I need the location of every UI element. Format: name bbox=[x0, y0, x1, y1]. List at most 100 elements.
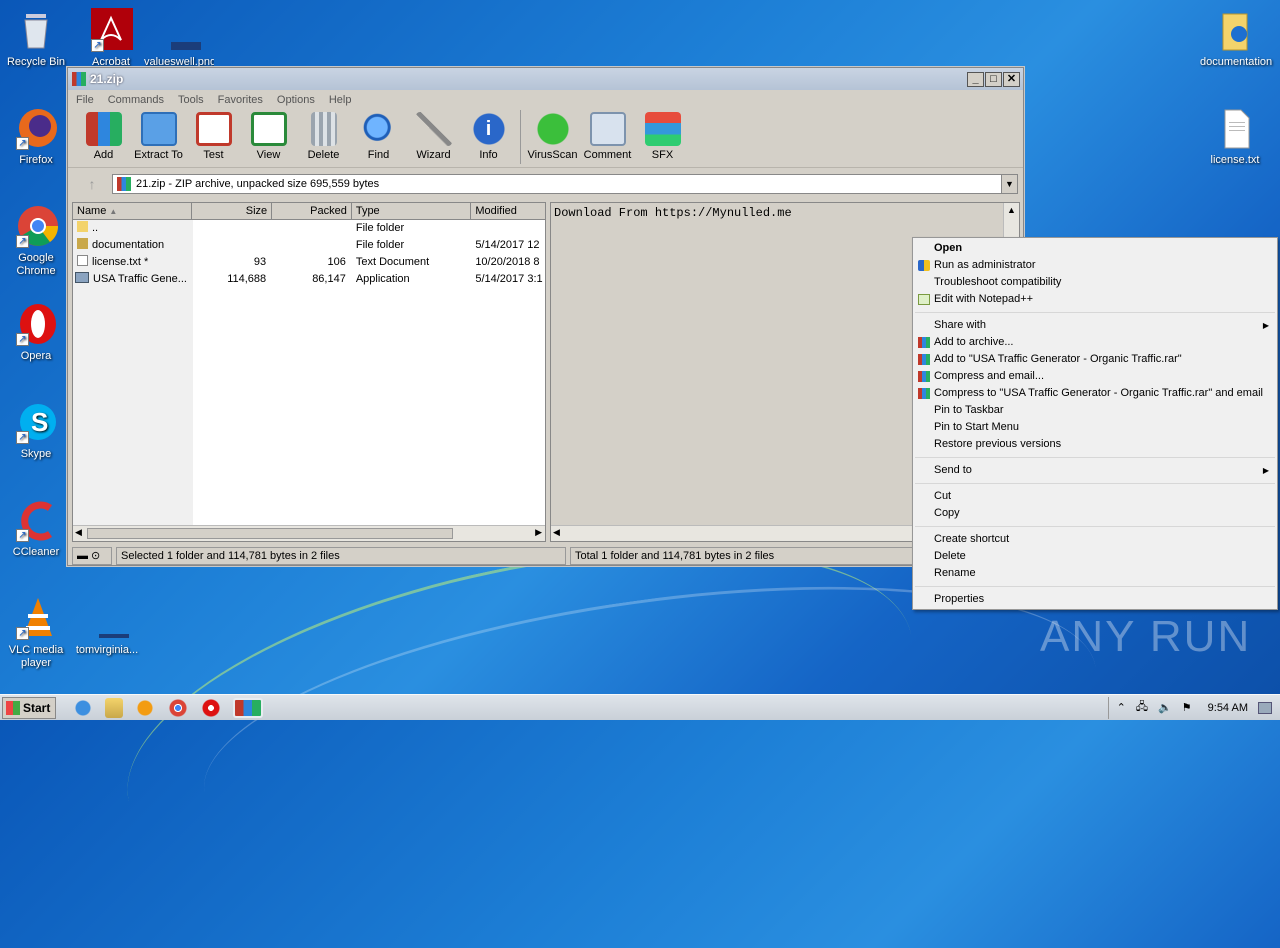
menu-favorites[interactable]: Favorites bbox=[218, 94, 263, 106]
close-button[interactable]: ✕ bbox=[1003, 71, 1020, 87]
chevron-down-icon[interactable]: ▼ bbox=[1001, 175, 1017, 193]
desktop-icon-tomvirginia[interactable]: tomvirginia... bbox=[72, 596, 142, 657]
volume-icon[interactable]: 🔈 bbox=[1158, 701, 1172, 714]
column-name[interactable]: Name ▲ bbox=[73, 203, 193, 219]
desktop-icon-acrobat[interactable]: ↗ Acrobat bbox=[76, 8, 146, 69]
tray-expand-icon[interactable]: ⌃ bbox=[1117, 701, 1126, 714]
folder-icon bbox=[1213, 8, 1257, 52]
show-desktop-icon[interactable] bbox=[1258, 701, 1272, 714]
media-player-icon[interactable] bbox=[134, 697, 156, 718]
menu-tools[interactable]: Tools bbox=[178, 94, 204, 106]
comment-button[interactable]: Comment bbox=[580, 110, 635, 161]
table-row[interactable]: documentation File folder 5/14/2017 12 bbox=[73, 237, 545, 254]
menu-item-properties[interactable]: Properties bbox=[913, 591, 1277, 608]
start-button[interactable]: Start bbox=[2, 696, 56, 719]
menu-item-rename[interactable]: Rename bbox=[913, 565, 1277, 582]
column-type[interactable]: Type bbox=[352, 203, 472, 219]
flag-icon[interactable]: ⚑ bbox=[1182, 701, 1192, 714]
table-row[interactable]: USA Traffic Gene... 114,688 86,147 Appli… bbox=[73, 271, 545, 288]
info-button[interactable]: i Info bbox=[461, 110, 516, 161]
trash-icon bbox=[310, 112, 337, 146]
scroll-left-icon[interactable]: ◀ bbox=[75, 527, 82, 538]
menu-item-troubleshoot[interactable]: Troubleshoot compatibility bbox=[913, 274, 1277, 291]
column-size[interactable]: Size bbox=[192, 203, 273, 219]
recycle-bin-icon bbox=[14, 8, 58, 52]
desktop-icon-documentation[interactable]: documentation bbox=[1200, 8, 1272, 69]
winrar-icon[interactable] bbox=[233, 697, 263, 718]
desktop-icon-opera[interactable]: ↗ Opera bbox=[1, 302, 71, 363]
status-selected: Selected 1 folder and 114,781 bytes in 2… bbox=[116, 547, 566, 565]
window-title: 21.zip bbox=[90, 72, 124, 86]
scroll-left-icon[interactable]: ◀ bbox=[553, 527, 560, 538]
menu-item-compress-email[interactable]: Compress and email... bbox=[913, 368, 1277, 385]
menu-item-open[interactable]: Open bbox=[913, 240, 1277, 257]
menu-options[interactable]: Options bbox=[277, 94, 315, 106]
menu-item-cut[interactable]: Cut bbox=[913, 488, 1277, 505]
chrome-icon[interactable] bbox=[167, 697, 189, 718]
column-modified[interactable]: Modified bbox=[471, 203, 545, 219]
desktop-icon-chrome[interactable]: ↗ Google Chrome bbox=[1, 204, 71, 278]
network-icon[interactable]: 🖧 bbox=[1136, 698, 1148, 717]
submenu-arrow-icon: ▶ bbox=[1262, 466, 1269, 475]
menu-item-edit-notepadpp[interactable]: Edit with Notepad++ bbox=[913, 291, 1277, 308]
file-list-header: Name ▲ Size Packed Type Modified bbox=[73, 203, 545, 220]
view-book-icon bbox=[250, 112, 287, 146]
winrar-icon bbox=[918, 337, 930, 348]
menu-item-compress-to-rar-email[interactable]: Compress to "USA Traffic Generator - Org… bbox=[913, 385, 1277, 402]
desktop-icon-skype[interactable]: S ↗ Skype bbox=[1, 400, 71, 461]
scroll-up-icon[interactable]: ▲ bbox=[1007, 205, 1016, 215]
minimize-button[interactable]: _ bbox=[967, 71, 984, 87]
skype-icon: S ↗ bbox=[14, 400, 58, 444]
wizard-button[interactable]: Wizard bbox=[406, 110, 461, 161]
up-arrow-icon[interactable]: ↑ bbox=[72, 176, 112, 192]
menu-item-add-to-archive[interactable]: Add to archive... bbox=[913, 334, 1277, 351]
path-field[interactable]: 21.zip - ZIP archive, unpacked size 695,… bbox=[112, 174, 1018, 194]
status-bar: ▬ ⊙ Selected 1 folder and 114,781 bytes … bbox=[72, 547, 1018, 565]
title-bar[interactable]: 21.zip _ □ ✕ bbox=[68, 68, 1023, 90]
menu-item-share-with[interactable]: Share with ▶ bbox=[913, 317, 1277, 334]
file-list: Name ▲ Size Packed Type Modified .. File… bbox=[72, 202, 546, 542]
delete-button[interactable]: Delete bbox=[296, 110, 351, 161]
sfx-button[interactable]: SFX bbox=[635, 110, 690, 161]
opera-icon[interactable] bbox=[200, 697, 222, 718]
desktop-icon-vlc[interactable]: ↗ VLC media player bbox=[1, 596, 71, 670]
column-packed[interactable]: Packed bbox=[272, 203, 352, 219]
menu-item-pin-start[interactable]: Pin to Start Menu bbox=[913, 419, 1277, 436]
maximize-button[interactable]: □ bbox=[985, 71, 1002, 87]
desktop-icon-recycle-bin[interactable]: Recycle Bin bbox=[1, 8, 71, 69]
desktop-icon-valueswell[interactable]: valueswell.png bbox=[144, 8, 214, 69]
toolbar-separator bbox=[520, 110, 521, 164]
menu-item-copy[interactable]: Copy bbox=[913, 505, 1277, 522]
menu-commands[interactable]: Commands bbox=[108, 94, 164, 106]
acrobat-icon: ↗ bbox=[89, 8, 133, 52]
virusscan-button[interactable]: VirusScan bbox=[525, 110, 580, 161]
desktop-icon-ccleaner[interactable]: ↗ CCleaner bbox=[1, 498, 71, 559]
scroll-right-icon[interactable]: ▶ bbox=[535, 527, 542, 538]
clock[interactable]: 9:54 AM bbox=[1208, 702, 1248, 714]
table-row[interactable]: .. File folder bbox=[73, 220, 545, 237]
menu-file[interactable]: File bbox=[76, 94, 94, 106]
desktop-icon-firefox[interactable]: ↗ Firefox bbox=[1, 106, 71, 167]
test-button[interactable]: Test bbox=[186, 110, 241, 161]
explorer-icon[interactable] bbox=[105, 697, 123, 718]
menu-help[interactable]: Help bbox=[329, 94, 352, 106]
add-button[interactable]: Add bbox=[76, 110, 131, 161]
desktop-icon-license[interactable]: license.txt bbox=[1200, 106, 1270, 167]
menu-item-pin-taskbar[interactable]: Pin to Taskbar bbox=[913, 402, 1277, 419]
menu-item-restore-versions[interactable]: Restore previous versions bbox=[913, 436, 1277, 453]
menu-item-delete[interactable]: Delete bbox=[913, 548, 1277, 565]
archive-icon bbox=[117, 177, 131, 191]
table-row[interactable]: license.txt * 93 106 Text Document 10/20… bbox=[73, 254, 545, 271]
horizontal-scrollbar[interactable]: ◀ ▶ bbox=[73, 525, 545, 541]
menu-item-create-shortcut[interactable]: Create shortcut bbox=[913, 531, 1277, 548]
menu-item-add-to-rar[interactable]: Add to "USA Traffic Generator - Organic … bbox=[913, 351, 1277, 368]
menu-item-send-to[interactable]: Send to ▶ bbox=[913, 462, 1277, 479]
address-bar: ↑ 21.zip - ZIP archive, unpacked size 69… bbox=[72, 173, 1018, 195]
ie-icon[interactable] bbox=[72, 697, 94, 718]
windows-logo-icon bbox=[6, 700, 20, 715]
magic-wand-icon bbox=[415, 112, 452, 146]
extract-to-button[interactable]: Extract To bbox=[131, 110, 186, 161]
view-button[interactable]: View bbox=[241, 110, 296, 161]
menu-item-run-as-admin[interactable]: Run as administrator bbox=[913, 257, 1277, 274]
find-button[interactable]: Find bbox=[351, 110, 406, 161]
